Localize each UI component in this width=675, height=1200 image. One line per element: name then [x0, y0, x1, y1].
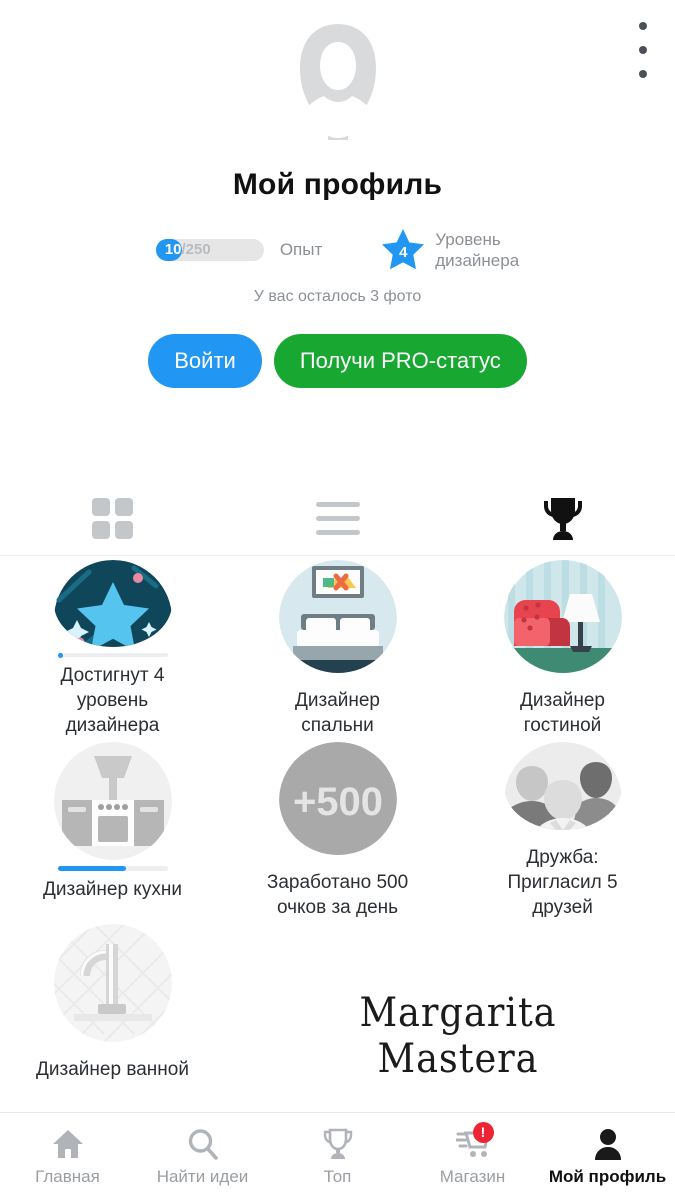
kebab-dot-icon: [639, 70, 647, 78]
achievement-label: Дизайнер спальни: [295, 690, 380, 736]
bedroom-icon: [278, 560, 397, 673]
achievement-item[interactable]: Достигнут 4 уровень дизайнера: [0, 556, 225, 738]
default-avatar-icon: [299, 24, 376, 140]
achievement-label: Дружба: Пригласил 5 друзей: [507, 847, 618, 918]
nav-item-profile[interactable]: Мой профиль: [540, 1127, 675, 1187]
level-number: 4: [399, 243, 408, 261]
overflow-menu-button[interactable]: [631, 22, 655, 78]
login-button[interactable]: Войти: [148, 334, 262, 388]
plus-500-icon: +500: [278, 742, 397, 855]
achievement-label: Дизайнер гостиной: [520, 690, 605, 736]
achievement-label: Дизайнер кухни: [43, 879, 182, 900]
nav-item-shop[interactable]: ! Магазин: [405, 1121, 540, 1187]
achievement-progress-bar: [57, 866, 168, 871]
tab-grid[interactable]: [0, 482, 225, 556]
cart-icon: !: [455, 1121, 494, 1161]
level-star-badge: 4: [380, 228, 426, 272]
avatar[interactable]: [274, 20, 402, 148]
page-title: Мой профиль: [232, 168, 443, 201]
kitchen-icon: [53, 742, 172, 860]
nav-label: Главная: [35, 1166, 100, 1186]
achievement-progress-fill: [57, 866, 126, 871]
grid-icon: [92, 498, 133, 539]
photos-remaining-text: У вас осталось 3 фото: [253, 288, 422, 305]
trophy-icon: [543, 497, 582, 540]
achievement-item[interactable]: Дизайнер спальни: [225, 556, 450, 738]
experience-current: 10: [164, 241, 182, 258]
person-icon: [591, 1127, 625, 1161]
content-tab-bar: [0, 482, 675, 556]
list-lines-icon: [315, 502, 360, 535]
cart-alert-badge: !: [472, 1121, 494, 1143]
designer-level-block: 4 Уровень дизайнера: [380, 228, 519, 272]
tab-achievements[interactable]: [450, 482, 675, 556]
nav-item-search[interactable]: Найти идеи: [135, 1127, 270, 1187]
home-icon: [51, 1127, 85, 1161]
nav-item-top[interactable]: Топ: [270, 1127, 405, 1187]
experience-label: Опыт: [279, 240, 323, 259]
star-badge-icon: [53, 560, 172, 648]
experience-block: 10/250 Опыт: [155, 239, 323, 261]
achievement-label: Заработано 500 очков за день: [266, 872, 409, 918]
achievement-label: Дизайнер ванной: [36, 1059, 189, 1080]
livingroom-icon: [503, 560, 622, 673]
profile-screen: Мой профиль 10/250 Опыт 4 Уровень дизайн…: [0, 0, 675, 1200]
kebab-dot-icon: [639, 22, 647, 30]
achievement-label: Достигнут 4 уровень дизайнера: [60, 665, 165, 736]
friends-icon: [503, 742, 622, 830]
search-icon: [186, 1127, 220, 1161]
achievement-item[interactable]: Дизайнер гостиной: [450, 556, 675, 738]
nav-label: Магазин: [439, 1166, 506, 1186]
bathroom-icon: [53, 924, 172, 1042]
level-label: Уровень дизайнера: [435, 229, 519, 271]
trophy-icon: [321, 1127, 355, 1161]
level-label-line2: дизайнера: [435, 251, 520, 270]
nav-label: Мой профиль: [548, 1166, 667, 1186]
experience-progress-bar: 10/250: [155, 239, 264, 261]
achievement-item[interactable]: +500 Заработано 500 очков за день: [225, 738, 450, 920]
experience-value: 10/250: [165, 239, 211, 261]
stats-row: 10/250 Опыт 4 Уровень дизайнера: [0, 228, 675, 272]
action-buttons: Войти Получи PRO-статус: [0, 334, 675, 388]
achievement-progress-fill: [57, 653, 63, 659]
nav-label: Топ: [323, 1166, 352, 1186]
achievement-item[interactable]: Дизайнер кухни: [0, 738, 225, 920]
bottom-navigation: Главная Найти идеи Топ ! Магазин Мой про…: [0, 1112, 675, 1200]
experience-total: /250: [181, 241, 211, 258]
achievement-item[interactable]: Дизайнер ванной: [0, 920, 225, 1102]
kebab-dot-icon: [639, 46, 647, 54]
svg-text:+500: +500: [292, 780, 382, 824]
nav-label: Найти идеи: [156, 1166, 249, 1186]
get-pro-status-button[interactable]: Получи PRO-статус: [273, 334, 527, 388]
nav-item-home[interactable]: Главная: [0, 1127, 135, 1187]
watermark: Margarita Mastera: [359, 990, 557, 1082]
level-label-line1: Уровень: [435, 230, 501, 249]
achievement-item[interactable]: Дружба: Пригласил 5 друзей: [450, 738, 675, 920]
achievement-progress-bar: [57, 653, 168, 659]
tab-list[interactable]: [225, 482, 450, 556]
